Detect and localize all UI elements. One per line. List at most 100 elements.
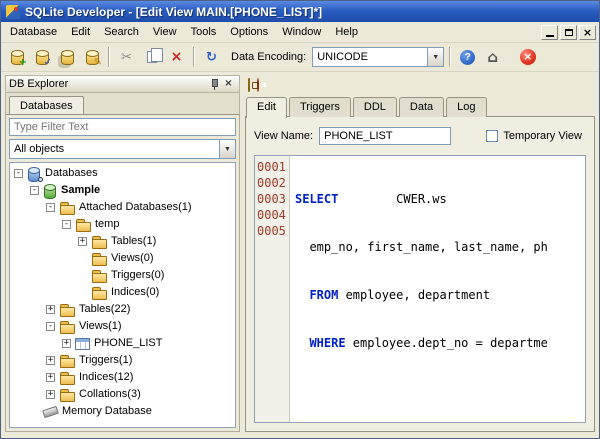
- tree-item-label: Indices(12): [79, 371, 134, 383]
- menu-help[interactable]: Help: [328, 22, 365, 42]
- tree-item-label: Memory Database: [62, 405, 152, 417]
- main-area: DB Explorer × Databases All objects ▼ - …: [1, 72, 599, 438]
- expander-icon[interactable]: -: [14, 169, 23, 178]
- folder-icon: [91, 286, 107, 300]
- stop-button[interactable]: ×: [516, 46, 539, 69]
- folder-icon: [91, 235, 107, 249]
- tree-item-collations[interactable]: + Collations(3): [10, 386, 235, 403]
- tree-item-attached-databases[interactable]: - Attached Databases(1): [10, 199, 235, 216]
- edit-database-button[interactable]: ✎: [80, 46, 103, 69]
- tree-item-label: Views(1): [79, 320, 122, 332]
- explorer-body: All objects ▼ - Databases - Sample: [5, 114, 240, 432]
- sql-code-area[interactable]: SELECT CWER.ws emp_no, first_name, last_…: [290, 156, 585, 422]
- menu-spacer: [365, 22, 540, 42]
- line-number-gutter: 0001 0002 0003 0004 0005: [255, 156, 290, 422]
- menu-search[interactable]: Search: [97, 22, 146, 42]
- menu-tools[interactable]: Tools: [184, 22, 224, 42]
- magnifier-icon: [38, 176, 43, 182]
- check-badge-icon: ✓: [43, 56, 52, 68]
- db-explorer-tree: - Databases - Sample - Attached Database…: [9, 162, 236, 428]
- copy-button[interactable]: [140, 46, 163, 69]
- code-line: FROM employee, department: [295, 287, 585, 303]
- folder-icon: [59, 320, 75, 334]
- tree-item-temp-tables[interactable]: + Tables(1): [10, 233, 235, 250]
- code-line: WHERE employee.dept_no = departme: [295, 335, 585, 351]
- tree-item-temp[interactable]: - temp: [10, 216, 235, 233]
- app-icon: [6, 4, 20, 19]
- tree-item-temp-views[interactable]: Views(0): [10, 250, 235, 267]
- folder-icon: [59, 388, 75, 402]
- explorer-close-button[interactable]: ×: [221, 77, 236, 91]
- folder-icon: [59, 371, 75, 385]
- stop-icon: ×: [519, 49, 536, 65]
- menu-edit[interactable]: Edit: [64, 22, 97, 42]
- filter-input[interactable]: [9, 118, 236, 136]
- expander-icon[interactable]: -: [62, 220, 71, 229]
- expander-icon[interactable]: +: [46, 390, 55, 399]
- attach-database-button[interactable]: [55, 46, 78, 69]
- menu-view[interactable]: View: [146, 22, 184, 42]
- delete-button[interactable]: ×: [165, 46, 188, 69]
- memory-database-icon: [42, 405, 59, 418]
- sql-text: employee.dept_no = departme: [345, 336, 548, 350]
- temporary-view-checkbox[interactable]: [486, 130, 499, 142]
- tree-item-sample[interactable]: - Sample: [10, 182, 235, 199]
- chevron-down-icon[interactable]: ▼: [427, 48, 444, 66]
- editor-commit-button[interactable]: [248, 77, 250, 92]
- tree-item-label: Databases: [45, 167, 98, 179]
- sql-keyword: WHERE: [309, 336, 346, 350]
- sql-editor[interactable]: 0001 0002 0003 0004 0005 SELECT CWER.ws …: [254, 155, 586, 423]
- view-name-input[interactable]: [319, 127, 452, 145]
- db-explorer-title: DB Explorer: [9, 78, 69, 90]
- expander-icon[interactable]: -: [46, 203, 55, 212]
- editor-abort-button[interactable]: [257, 77, 259, 92]
- expander-icon[interactable]: +: [46, 356, 55, 365]
- tab-triggers[interactable]: Triggers: [288, 97, 351, 117]
- expander-icon[interactable]: +: [46, 373, 55, 382]
- tab-ddl[interactable]: DDL: [352, 97, 397, 117]
- tree-item-databases[interactable]: - Databases: [10, 165, 235, 182]
- tab-log[interactable]: Log: [446, 97, 487, 117]
- home-button[interactable]: ⌂: [481, 46, 504, 69]
- tree-item-phone-list[interactable]: + PHONE_LIST: [10, 335, 235, 352]
- mdi-minimize-button[interactable]: [541, 25, 558, 40]
- cut-button[interactable]: ✂: [115, 46, 138, 69]
- data-encoding-select[interactable]: UNICODE ▼: [312, 47, 445, 67]
- app-window: SQLite Developer - [Edit View MAIN.[PHON…: [0, 0, 600, 439]
- tree-item-label: Sample: [61, 184, 101, 196]
- tree-item-label: Tables(22): [79, 303, 131, 315]
- expander-icon[interactable]: -: [46, 322, 55, 331]
- expander-icon[interactable]: +: [62, 339, 71, 348]
- tree-item-temp-triggers[interactable]: Triggers(0): [10, 267, 235, 284]
- refresh-button[interactable]: ↻: [200, 46, 223, 69]
- menu-bar: Database Edit Search View Tools Options …: [1, 22, 599, 43]
- tab-data[interactable]: Data: [398, 97, 445, 117]
- mdi-restore-button[interactable]: [560, 25, 577, 40]
- menu-database[interactable]: Database: [3, 22, 64, 42]
- folder-icon: [91, 252, 107, 266]
- expander-icon[interactable]: +: [78, 237, 87, 246]
- tree-item-views[interactable]: - Views(1): [10, 318, 235, 335]
- tree-item-tables[interactable]: + Tables(22): [10, 301, 235, 318]
- auto-hide-pin-button[interactable]: [206, 77, 221, 91]
- tab-edit[interactable]: Edit: [246, 97, 287, 118]
- menu-window[interactable]: Window: [275, 22, 328, 42]
- tab-databases[interactable]: Databases: [9, 96, 84, 114]
- edit-tab-content: View Name: Temporary View 0001 0002 0003…: [245, 116, 595, 432]
- tree-item-indices[interactable]: + Indices(12): [10, 369, 235, 386]
- tree-item-memory-database[interactable]: Memory Database: [10, 403, 235, 420]
- help-icon: ?: [460, 49, 476, 65]
- tree-item-temp-indices[interactable]: Indices(0): [10, 284, 235, 301]
- chevron-down-icon[interactable]: ▼: [219, 140, 235, 158]
- menu-options[interactable]: Options: [223, 22, 275, 42]
- help-button[interactable]: ?: [456, 46, 479, 69]
- expander-icon[interactable]: +: [46, 305, 55, 314]
- register-database-button[interactable]: ✓: [30, 46, 53, 69]
- delete-icon: ×: [170, 49, 183, 65]
- expander-icon[interactable]: -: [30, 186, 39, 195]
- new-database-button[interactable]: +: [5, 46, 28, 69]
- object-scope-select[interactable]: All objects ▼: [9, 139, 236, 159]
- tree-item-triggers[interactable]: + Triggers(1): [10, 352, 235, 369]
- mdi-close-button[interactable]: ×: [579, 25, 596, 40]
- db-explorer-panel: DB Explorer × Databases All objects ▼ - …: [5, 75, 240, 432]
